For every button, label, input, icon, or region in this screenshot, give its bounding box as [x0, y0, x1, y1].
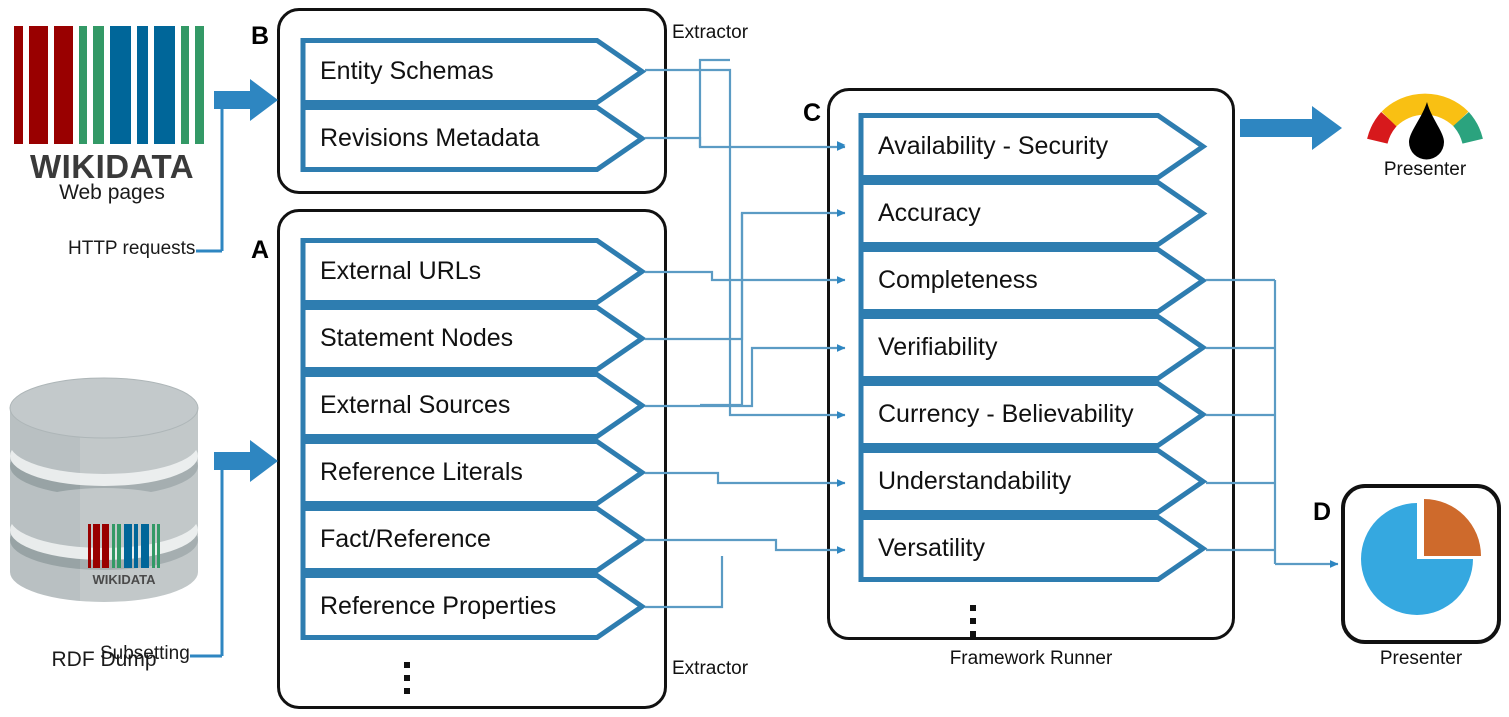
arrow-webpages-to-extractor-b — [196, 79, 278, 253]
arrow-c-to-gauge-presenter — [1240, 106, 1342, 150]
diagram-canvas: WIKIDATA Web pages HTTP requests WIKIDAT… — [0, 0, 1509, 717]
arrow-rdfdump-to-extractor-a — [190, 440, 278, 658]
connector-wires — [190, 58, 1342, 658]
